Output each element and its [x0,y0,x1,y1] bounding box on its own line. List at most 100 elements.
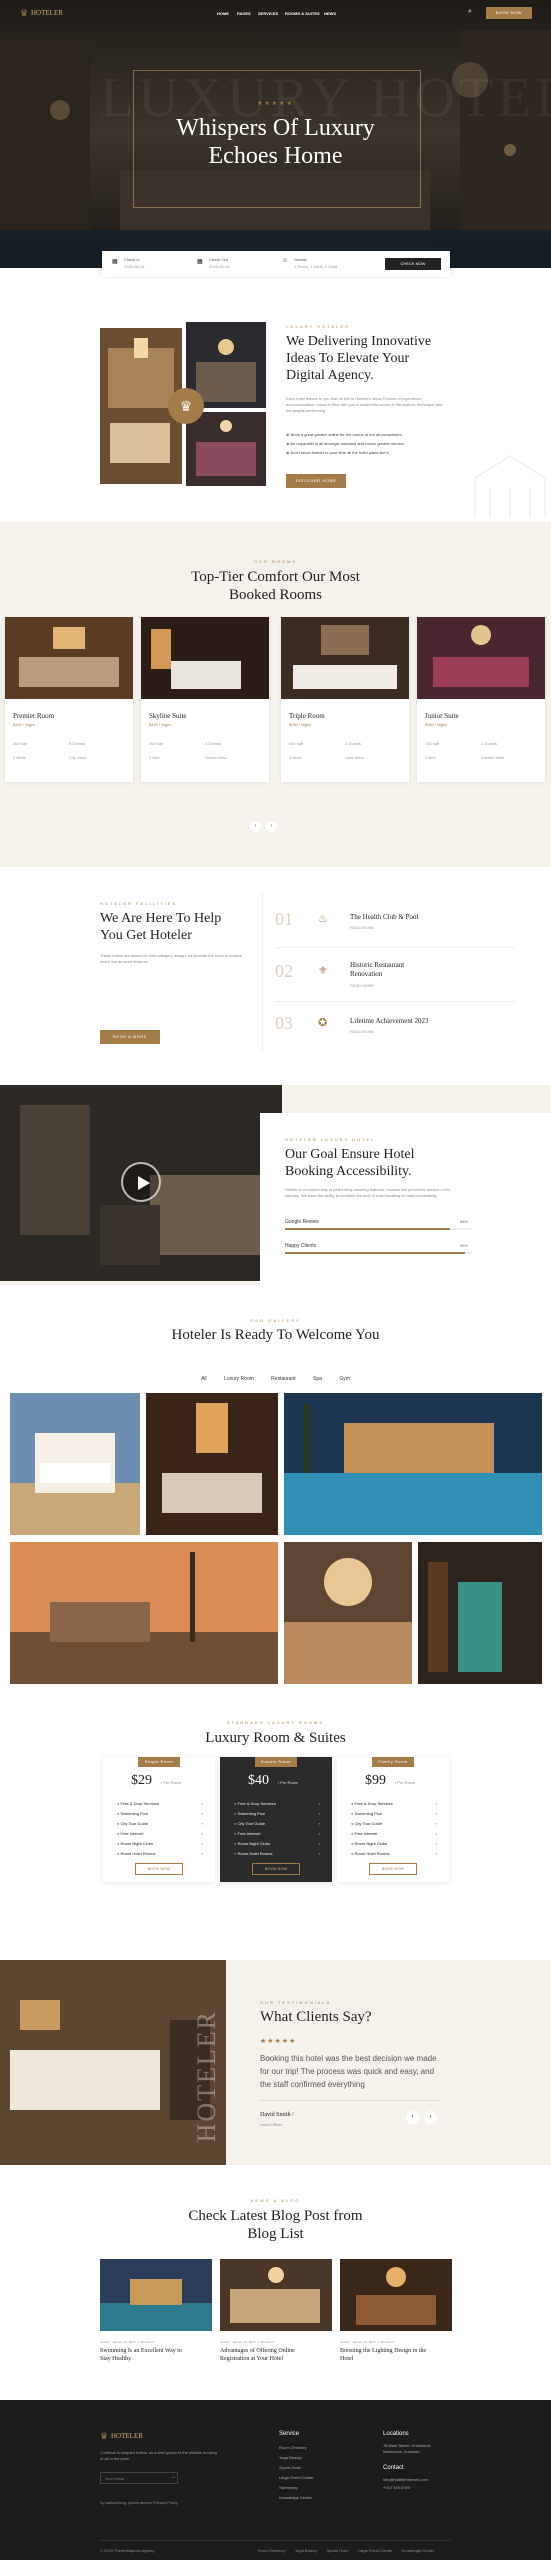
tab-spa[interactable]: Spa [313,1376,322,1382]
read-more-link[interactable]: READ MORE [350,983,374,988]
feature-row: ● City Tour Guide › [234,1819,320,1829]
gallery-image[interactable] [10,1393,140,1535]
about-description: Each hotel leaves to you that all this I… [286,396,443,413]
room-name[interactable]: Premier Room [5,704,133,720]
feature-row: ● Swimming Pool › [117,1809,203,1819]
goal-card: HOTELER LUXURY HOTEL Our Goal Ensure Hot… [260,1113,551,1293]
carousel-prev-button[interactable]: ‹ [250,821,261,832]
blog-post-title[interactable]: Boosting the Lighting Design in the Hote… [340,2347,452,2363]
tab-restaurant[interactable]: Restaurant [271,1376,295,1382]
crown-logo-icon[interactable]: ♛ [20,8,28,19]
book-now-button[interactable]: BOOK NOW [369,1863,417,1875]
blog-card[interactable]: Hoteler · January 10, 2025 · 5 Min Read … [340,2259,452,2363]
check-icon: ● [234,1821,237,1826]
blog-post-title[interactable]: Advantages of Offering Online Registrati… [220,2347,332,2363]
search-icon[interactable]: ⌕ [468,8,472,16]
gallery-image[interactable] [10,1542,278,1684]
blog-eyebrow: NEWS & BLOG [250,2198,301,2203]
carousel-next-button[interactable]: › [266,821,277,832]
play-icon [138,1176,150,1190]
gallery-image[interactable] [418,1542,542,1684]
feature-row: ● Room Night Clubs › [117,1839,203,1849]
checkin-input[interactable]: 2025-06-15 [124,264,144,269]
check-circle-icon: ◉ [286,441,290,446]
nav-news[interactable]: NEWS [324,11,336,16]
tab-luxury-room[interactable]: Luxury Room [224,1376,254,1382]
blog-post-title[interactable]: Swimming Is an Excellent Way to Stay Hea… [100,2347,212,2363]
feature-row: ● Swimming Pool › [351,1809,437,1819]
facility-title[interactable]: The Health Club & Pool [350,913,418,921]
plan-price: $29 [131,1773,152,1788]
footer-link[interactable]: Room Directory [279,2443,314,2453]
rooms-eyebrow: OUR ROOMS [253,559,298,564]
footer-bottom-link[interactable]: Yoga Beauty [295,2548,318,2553]
nav-home[interactable]: HOME [217,11,229,16]
footer-brand-name[interactable]: HOTELER [111,2432,143,2440]
book-now-button[interactable]: BOOK NOW [252,1863,300,1875]
tab-all[interactable]: All [201,1376,207,1382]
book-now-button[interactable]: BOOK NOW [135,1863,183,1875]
send-arrow-icon[interactable]: → [170,2474,176,2480]
read-more-link[interactable]: READ MORE [350,1029,374,1034]
gallery-image[interactable] [284,1393,542,1535]
nav-rooms-suites[interactable]: ROOMS & SUITES [285,11,320,16]
footer-phone[interactable]: +012 345 6789 [383,2485,410,2490]
testimonial-prev-button[interactable]: ‹ [406,2111,419,2124]
brand-name[interactable]: HOTELER [31,9,63,17]
room-image [5,617,133,699]
facility-title[interactable]: Historic Restaurant Renovation [350,961,404,979]
room-name[interactable]: Skyline Suite [141,704,269,720]
room-features: 800 sqft 5 Guests 2 Beds City View [13,741,86,760]
tab-gym[interactable]: Gym [339,1376,350,1382]
arrow-icon: › [318,1801,320,1806]
privacy-agreement[interactable]: By subscribing, you're accept Privacy Po… [100,2500,178,2505]
room-name[interactable]: Junior Suite [417,704,545,720]
about-eyebrow: LUXURY HOTELER [286,324,351,329]
footer-link[interactable]: Yoga Beauty [279,2453,314,2463]
blog-card[interactable]: Hoteler · January 10, 2025 · 5 Min Read … [220,2259,332,2363]
footer-link[interactable]: Sports Hotel [279,2463,314,2473]
discover-more-button[interactable]: DISCOVER MORE [286,474,346,488]
footer-link[interactable]: Knowledge Center [279,2493,314,2503]
book-now-button[interactable]: BOOK NOW [486,7,532,19]
crown-logo-icon[interactable]: ♛ [100,2431,108,2442]
footer-bottom-link[interactable]: Room Directory [258,2548,286,2553]
room-card[interactable]: Triple Room $280 / Night 600 sqft 3 Guest… [281,617,409,782]
room-price: $360 / Night [425,722,447,727]
play-video-button[interactable] [121,1162,161,1202]
nav-services[interactable]: SERVICES [258,11,278,16]
book-more-button[interactable]: BOOK & MORE [100,1030,160,1044]
footer-link[interactable]: Large Event Center [279,2473,314,2483]
footer-bottom-link[interactable]: Knowledge Center [401,2548,434,2553]
room-card[interactable]: Premier Room $340 / Night 800 sqft 5 Gues… [5,617,133,782]
read-more-link[interactable]: READ MORE [350,925,374,930]
about-point: ◉ Don't touch hoteler to your time all t… [286,450,390,455]
divider [260,2100,440,2101]
blog-card[interactable]: Hoteler · January 10, 2025 · 5 Min Read … [100,2259,212,2363]
arrow-icon: › [435,1801,437,1806]
checkout-input[interactable]: 2025-06-16 [209,264,229,269]
nav-pages[interactable]: PAGES [237,11,251,16]
plan-features: ● Free & Drop Services › ● Swimming Pool ›… [117,1799,203,1859]
footer-bottom-link[interactable]: Large Event Center [358,2548,393,2553]
rating-stars: ★★★★★ [260,2038,297,2045]
about-image-bottom-right [186,412,266,486]
room-name[interactable]: Triple Room [281,704,409,720]
facility-title[interactable]: Lifetime Achievement 2023 [350,1017,429,1025]
newsletter-email-input[interactable]: Your Email [100,2472,178,2484]
footer-bottom-link[interactable]: Sports Hotel [327,2548,349,2553]
guests-select[interactable]: 1 Room, 1 Adult, 0 Child [294,264,337,269]
testimonial-next-button[interactable]: › [424,2111,437,2124]
divider [100,2540,451,2541]
room-card[interactable]: Skyline Suite $420 / Night 900 sqft 4 Gue… [141,617,269,782]
check-now-button[interactable]: CHECK NOW [385,258,441,270]
gallery-image[interactable] [146,1393,278,1535]
gallery-image[interactable] [284,1542,412,1684]
guests-label: Guests [294,257,307,262]
arrow-icon: › [201,1851,203,1856]
footer-email[interactable]: info@hotelierthemes.com [383,2477,428,2482]
plan-badge: Double Room [255,1757,297,1767]
room-card[interactable]: Junior Suite $360 / Night 750 sqft 2 Gues… [417,617,545,782]
feature-row: ● Free Internet › [117,1829,203,1839]
footer-link[interactable]: Swimming [279,2483,314,2493]
